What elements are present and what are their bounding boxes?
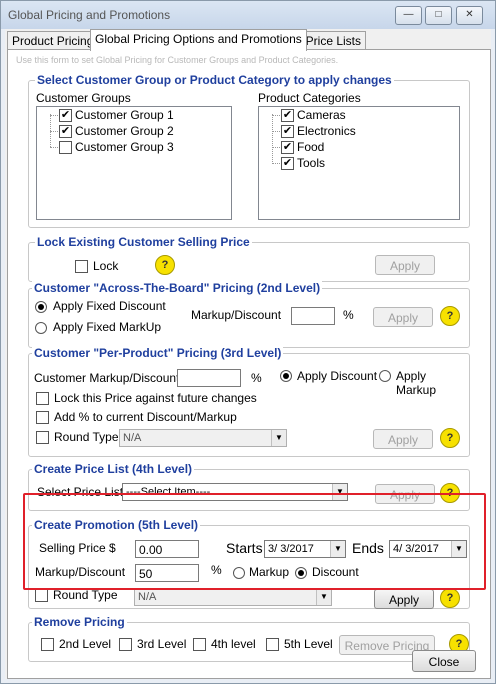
round-type-select[interactable]: N/A ▼ bbox=[134, 588, 332, 606]
help-icon[interactable]: ? bbox=[440, 588, 460, 608]
customer-group-1-label: Customer Group 1 bbox=[75, 108, 174, 122]
level5-apply-button[interactable]: Apply bbox=[374, 589, 434, 609]
category-cameras-label: Cameras bbox=[297, 108, 346, 122]
customer-groups-label: Customer Groups bbox=[36, 91, 131, 105]
section-title: Customer "Per-Product" Pricing (3rd Leve… bbox=[32, 346, 284, 360]
percent-label: % bbox=[343, 308, 354, 322]
maximize-button[interactable]: □ bbox=[425, 6, 452, 25]
help-icon[interactable]: ? bbox=[440, 428, 460, 448]
apply-discount-radio[interactable] bbox=[280, 370, 292, 382]
category-food-checkbox[interactable]: ✔ bbox=[281, 141, 294, 154]
customer-markup-label: Customer Markup/Discount bbox=[34, 371, 180, 385]
round-type-label: Round Type bbox=[54, 430, 119, 444]
fixed-markup-label: Apply Fixed MarkUp bbox=[53, 320, 162, 334]
customer-group-2-checkbox[interactable]: ✔ bbox=[59, 125, 72, 138]
remove-2nd-label: 2nd Level bbox=[59, 637, 112, 651]
remove-5th-checkbox[interactable] bbox=[266, 638, 279, 651]
remove-pricing-section: Remove Pricing 2nd Level 3rd Level 4th l… bbox=[28, 615, 470, 662]
close-window-button[interactable]: ✕ bbox=[456, 6, 483, 25]
round-type-select[interactable]: N/A ▼ bbox=[119, 429, 287, 447]
category-electronics-checkbox[interactable]: ✔ bbox=[281, 125, 294, 138]
remove-3rd-label: 3rd Level bbox=[137, 637, 187, 651]
remove-2nd-checkbox[interactable] bbox=[41, 638, 54, 651]
fixed-discount-radio[interactable] bbox=[35, 301, 47, 313]
percent-label: % bbox=[251, 371, 262, 385]
annotation-highlight-box bbox=[23, 493, 486, 590]
round-type-value: N/A bbox=[138, 591, 157, 603]
customer-groups-tree[interactable]: ✔ Customer Group 1 ✔ Customer Group 2 Cu… bbox=[36, 106, 232, 220]
add-percent-label: Add % to current Discount/Markup bbox=[54, 410, 237, 424]
apply-markup-label: Apply Markup bbox=[396, 369, 437, 397]
close-button[interactable]: Close bbox=[412, 650, 476, 672]
tree-line bbox=[50, 131, 58, 132]
tree-line bbox=[50, 147, 58, 148]
add-percent-checkbox[interactable] bbox=[36, 411, 49, 424]
customer-group-3-label: Customer Group 3 bbox=[75, 140, 174, 154]
level3-apply-button[interactable]: Apply bbox=[373, 429, 433, 449]
customer-group-2-label: Customer Group 2 bbox=[75, 124, 174, 138]
round-type-checkbox[interactable] bbox=[35, 589, 48, 602]
minimize-button[interactable]: — bbox=[395, 6, 422, 25]
product-categories-tree[interactable]: ✔ Cameras ✔ Electronics ✔ Food ✔ Tools bbox=[258, 106, 460, 220]
markup-discount-label: Markup/Discount bbox=[191, 308, 282, 322]
lock-section: Lock Existing Customer Selling Price Loc… bbox=[28, 235, 470, 282]
category-tools-label: Tools bbox=[297, 156, 326, 170]
lock-label: Lock bbox=[93, 259, 119, 273]
section-title: Select Customer Group or Product Categor… bbox=[35, 73, 394, 87]
tree-line bbox=[272, 147, 280, 148]
tree-line bbox=[272, 114, 273, 164]
tree-line bbox=[272, 131, 280, 132]
tree-line bbox=[50, 115, 58, 116]
hint-text: Use this form to set Global Pricing for … bbox=[16, 55, 339, 65]
help-icon[interactable]: ? bbox=[440, 306, 460, 326]
round-type-checkbox[interactable] bbox=[36, 431, 49, 444]
remove-3rd-checkbox[interactable] bbox=[119, 638, 132, 651]
chevron-down-icon: ▼ bbox=[271, 430, 286, 446]
fixed-markup-radio[interactable] bbox=[35, 322, 47, 334]
level2-apply-button[interactable]: Apply bbox=[373, 307, 433, 327]
window-title: Global Pricing and Promotions bbox=[8, 8, 171, 22]
remove-5th-label: 5th Level bbox=[284, 637, 333, 651]
round-type-label: Round Type bbox=[53, 588, 118, 602]
help-icon[interactable]: ? bbox=[155, 255, 175, 275]
remove-4th-checkbox[interactable] bbox=[193, 638, 206, 651]
select-group-section: Select Customer Group or Product Categor… bbox=[28, 73, 470, 228]
lock-apply-button[interactable]: Apply bbox=[375, 255, 435, 275]
title-bar: Global Pricing and Promotions — □ ✕ bbox=[1, 1, 495, 29]
section-title: Customer "Across-The-Board" Pricing (2nd… bbox=[32, 281, 323, 295]
apply-markup-radio[interactable] bbox=[379, 370, 391, 382]
customer-group-1-checkbox[interactable]: ✔ bbox=[59, 109, 72, 122]
chevron-down-icon: ▼ bbox=[316, 589, 331, 605]
category-food-label: Food bbox=[297, 140, 325, 154]
fixed-discount-label: Apply Fixed Discount bbox=[53, 299, 166, 313]
remove-4th-label: 4th level bbox=[211, 637, 256, 651]
tree-line bbox=[272, 163, 280, 164]
lock-future-label: Lock this Price against future changes bbox=[54, 391, 257, 405]
section-title: Lock Existing Customer Selling Price bbox=[35, 235, 252, 249]
category-cameras-checkbox[interactable]: ✔ bbox=[281, 109, 294, 122]
section-title: Create Price List (4th Level) bbox=[32, 462, 195, 476]
lock-checkbox[interactable] bbox=[75, 260, 88, 273]
lock-future-checkbox[interactable] bbox=[36, 392, 49, 405]
level2-section: Customer "Across-The-Board" Pricing (2nd… bbox=[28, 281, 470, 348]
apply-discount-label: Apply Discount bbox=[297, 369, 378, 383]
product-categories-label: Product Categories bbox=[258, 91, 361, 105]
level3-section: Customer "Per-Product" Pricing (3rd Leve… bbox=[28, 346, 470, 457]
round-type-value: N/A bbox=[123, 432, 142, 444]
category-tools-checkbox[interactable]: ✔ bbox=[281, 157, 294, 170]
customer-group-3-checkbox[interactable] bbox=[59, 141, 72, 154]
category-electronics-label: Electronics bbox=[297, 124, 356, 138]
tab-global-pricing[interactable]: Global Pricing Options and Promotions bbox=[90, 29, 307, 51]
section-title: Remove Pricing bbox=[32, 615, 127, 629]
markup-discount-input[interactable] bbox=[291, 307, 335, 325]
tree-line bbox=[272, 115, 280, 116]
customer-markup-input[interactable] bbox=[177, 369, 241, 387]
tab-product-pricing[interactable]: Product Pricing bbox=[7, 31, 99, 50]
